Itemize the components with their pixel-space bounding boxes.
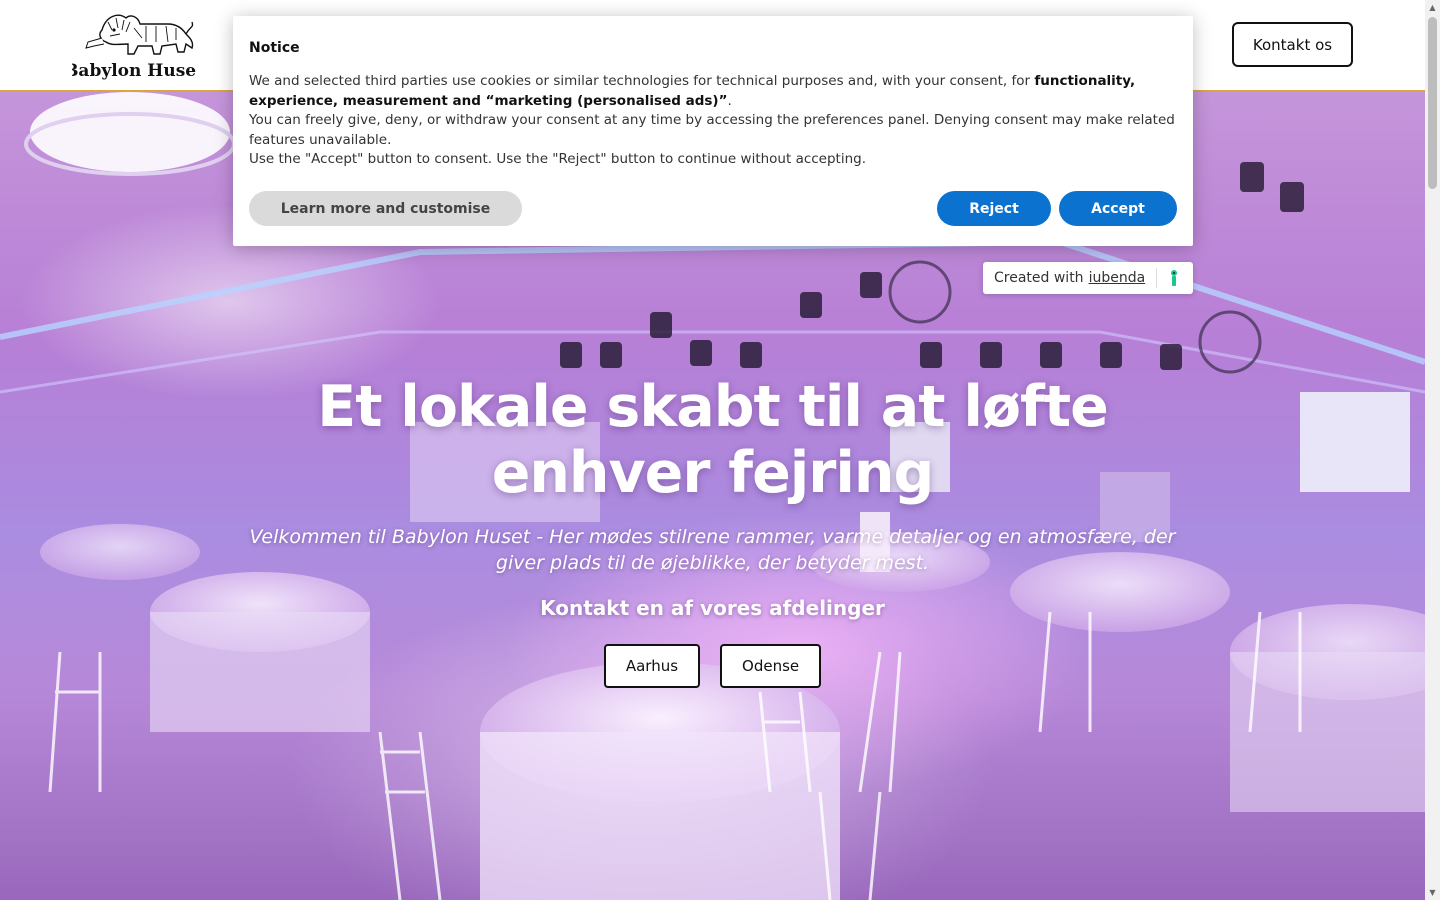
scroll-thumb[interactable] [1428, 17, 1437, 189]
odense-button[interactable]: Odense [720, 644, 822, 688]
logo-text: Babylon Huset [72, 61, 196, 81]
iubenda-badge[interactable]: Created with iubenda [983, 262, 1193, 294]
badge-divider [1156, 268, 1157, 288]
notice-actions: Learn more and customise Reject Accept [249, 191, 1177, 226]
cookie-notice: Notice We and selected third parties use… [233, 16, 1193, 246]
hero-title: Et lokale skabt til at løfte enhver fejr… [317, 374, 1108, 506]
learn-more-button[interactable]: Learn more and customise [249, 191, 522, 226]
iubenda-keyhole-icon [1171, 270, 1177, 286]
notice-line1-suffix: . [727, 92, 732, 109]
aarhus-button[interactable]: Aarhus [603, 644, 701, 688]
hero-cta-label: Kontakt en af vores afdelinger [540, 596, 885, 620]
notice-line1-prefix: We and selected third parties use cookie… [249, 73, 1035, 89]
lion-logo-icon: Babylon Huset [64, 14, 204, 81]
hero-content: Et lokale skabt til at løfte enhver fejr… [240, 374, 1185, 688]
notice-line2: You can freely give, deny, or withdraw y… [249, 112, 1175, 148]
scroll-up-arrow-icon[interactable]: ▲ [1425, 0, 1440, 15]
department-buttons: Aarhus Odense [240, 644, 1185, 688]
contact-button[interactable]: Kontakt os [1232, 22, 1353, 67]
hero-subtitle: Velkommen til Babylon Huset - Her mødes … [249, 526, 1176, 574]
iubenda-link[interactable]: iubenda [1089, 270, 1146, 286]
page-scrollbar[interactable]: ▲ ▼ [1425, 0, 1440, 900]
reject-button[interactable]: Reject [937, 191, 1051, 226]
notice-line3: Use the "Accept" button to consent. Use … [249, 151, 867, 168]
accept-button[interactable]: Accept [1059, 191, 1177, 226]
scroll-down-arrow-icon[interactable]: ▼ [1425, 885, 1440, 900]
notice-text: We and selected third parties use cookie… [249, 72, 1177, 170]
page: Babylon Huset Kontakt os [0, 0, 1425, 900]
badge-prefix: Created with [994, 270, 1084, 286]
site-logo[interactable]: Babylon Huset [64, 8, 204, 82]
notice-title: Notice [249, 40, 300, 56]
